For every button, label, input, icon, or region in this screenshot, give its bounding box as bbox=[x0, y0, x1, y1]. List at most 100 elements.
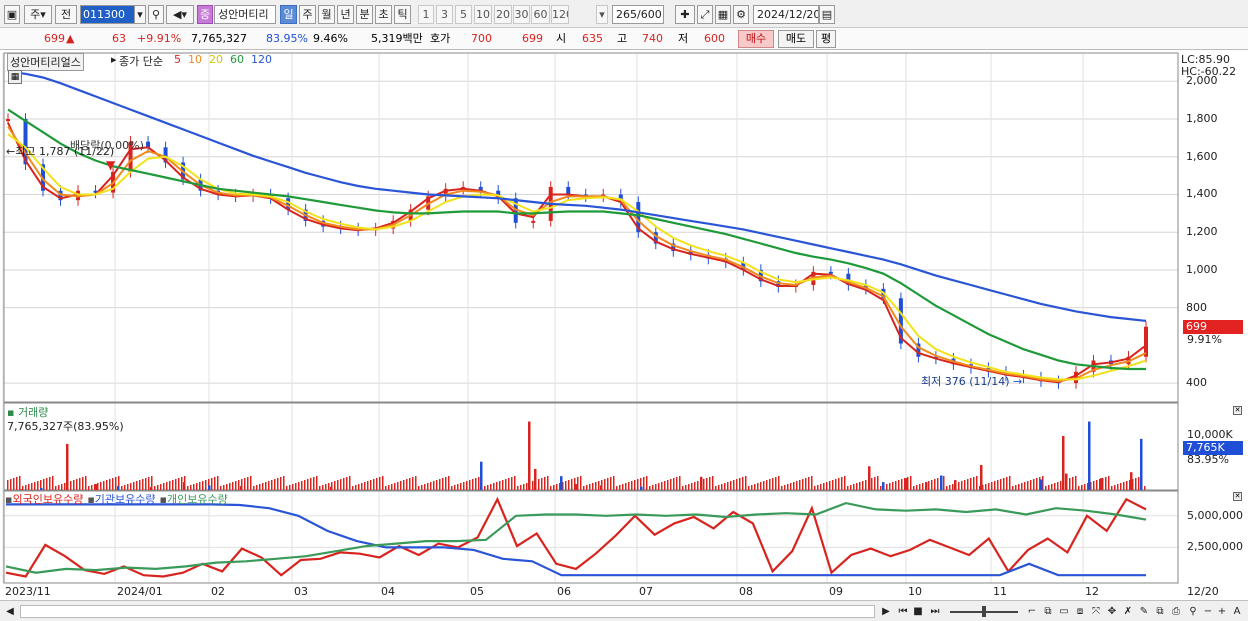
rewind-icon[interactable]: ⏮ bbox=[896, 604, 910, 619]
flat-button[interactable]: 평 bbox=[816, 30, 836, 48]
tool-copy-icon[interactable]: ⧉ bbox=[1041, 604, 1055, 619]
holdings-legend-text: 외국인보유수량 bbox=[12, 493, 84, 506]
period-tab-2[interactable]: 월 bbox=[318, 5, 335, 24]
tool-print-icon[interactable]: ⎙ bbox=[1169, 604, 1183, 619]
scroll-left-icon[interactable]: ◀ bbox=[4, 604, 16, 619]
volume-bar bbox=[1114, 485, 1116, 490]
table-icon[interactable]: ▦ bbox=[8, 70, 22, 84]
market-select[interactable]: 주▾ bbox=[24, 5, 52, 24]
volume-bar bbox=[454, 485, 456, 490]
x-axis-label-9: 09 bbox=[829, 585, 843, 598]
volume-bar bbox=[520, 485, 522, 490]
search-icon[interactable]: ⚲ bbox=[148, 5, 164, 24]
holdings-close-icon[interactable]: ✕ bbox=[1233, 492, 1242, 501]
price-ytick-5: 1,000 bbox=[1186, 262, 1218, 276]
volume-bar bbox=[253, 486, 255, 490]
tool-layer-icon[interactable]: ⧉ bbox=[1153, 604, 1167, 619]
crosshair-icon[interactable]: ✚ bbox=[675, 5, 695, 24]
volume-bar bbox=[1069, 478, 1071, 490]
volume-bar bbox=[607, 478, 609, 490]
tool-draw-icon[interactable]: ✎ bbox=[1137, 604, 1151, 619]
stock-code-input[interactable]: 011300 bbox=[80, 5, 136, 24]
volume-bar bbox=[508, 478, 510, 490]
volume-bar bbox=[664, 481, 666, 490]
tool-box-icon[interactable]: ▭ bbox=[1057, 604, 1071, 619]
ma-menu-icon[interactable]: ▸ bbox=[111, 53, 117, 66]
volume-bar bbox=[553, 485, 555, 490]
period-tab-4[interactable]: 분 bbox=[356, 5, 373, 24]
volume-bar bbox=[838, 478, 840, 490]
volume-bar bbox=[268, 481, 270, 490]
holdings-legend-icon[interactable]: ▪ bbox=[160, 493, 167, 506]
zoom-slider-handle[interactable] bbox=[982, 606, 986, 617]
period-tab-5[interactable]: 초 bbox=[375, 5, 392, 24]
buy-button[interactable]: 매수 bbox=[738, 30, 774, 48]
volume-bar bbox=[916, 485, 918, 490]
interval-button-10[interactable]: 10 bbox=[474, 5, 492, 24]
interval-button-1[interactable]: 1 bbox=[418, 5, 434, 24]
volume-bar bbox=[250, 476, 252, 490]
volume-bar bbox=[373, 479, 375, 490]
interval-button-60[interactable]: 60 bbox=[531, 5, 550, 24]
interval-button-20[interactable]: 20 bbox=[494, 5, 512, 24]
volume-bar bbox=[364, 482, 366, 490]
volume-bar bbox=[367, 481, 369, 490]
tool-compare-icon[interactable]: ⧈ bbox=[1073, 604, 1087, 619]
volume-bar bbox=[487, 485, 489, 490]
low-label: 저 bbox=[678, 32, 689, 45]
chart-scrollbar[interactable]: ◀ ▶ ⏮ ■ ⏭ ⌐ ⧉ ▭ ⧈ ⤧ ✥ ✗ ✎ ⧉ ⎙ ⚲ − + A bbox=[0, 600, 1248, 621]
volume-bar bbox=[1027, 481, 1029, 490]
volume-spike bbox=[1062, 436, 1065, 490]
ma-legend-20: 20 bbox=[209, 53, 223, 66]
prev-button[interactable]: 전 bbox=[55, 5, 77, 24]
holdings-legend: ▪외국인보유수량 ▪기관보유수량 ▪개인보유수량 bbox=[5, 491, 232, 507]
calendar-icon[interactable]: ▤ bbox=[819, 5, 835, 24]
settings-icon[interactable]: ⚙ bbox=[733, 5, 749, 24]
code-dropdown-icon[interactable]: ▾ bbox=[134, 5, 146, 24]
interval-button-30[interactable]: 30 bbox=[513, 5, 530, 24]
period-tab-0[interactable]: 일 bbox=[280, 5, 297, 24]
tool-frame-icon[interactable]: ⌐ bbox=[1025, 604, 1039, 619]
x-axis-label-3: 03 bbox=[294, 585, 308, 598]
grid-icon[interactable]: ▦ bbox=[715, 5, 731, 24]
tool-move-icon[interactable]: ✥ bbox=[1105, 604, 1119, 619]
window-icon[interactable]: ▣ bbox=[4, 5, 20, 24]
volume-bar bbox=[1015, 485, 1017, 490]
forward-icon[interactable]: ⏭ bbox=[928, 604, 942, 619]
stop-icon[interactable]: ■ bbox=[912, 604, 924, 619]
count-current: 265 bbox=[616, 8, 637, 21]
volume-close-icon[interactable]: ✕ bbox=[1233, 406, 1242, 415]
period-tab-1[interactable]: 주 bbox=[299, 5, 316, 24]
volume-bar bbox=[286, 486, 288, 490]
volume-bar bbox=[460, 483, 462, 490]
volume-bar bbox=[847, 486, 849, 490]
zoom-out-icon[interactable]: − bbox=[1202, 604, 1214, 619]
interval-button-5[interactable]: 5 bbox=[455, 5, 472, 24]
zoom-search-icon[interactable]: ⚲ bbox=[1186, 604, 1200, 619]
interval-button-120[interactable]: 120 bbox=[551, 5, 569, 24]
volume-bar bbox=[850, 485, 852, 490]
volume-bar bbox=[526, 483, 528, 490]
interval-dropdown-icon[interactable]: ▾ bbox=[596, 5, 608, 24]
period-tab-3[interactable]: 년 bbox=[337, 5, 354, 24]
period-tab-6[interactable]: 틱 bbox=[394, 5, 411, 24]
date-field[interactable]: 2024/12/20 bbox=[753, 5, 819, 24]
volume-bar bbox=[1108, 476, 1110, 490]
speaker-icon[interactable]: ◀▾ bbox=[166, 5, 194, 24]
stock-name-field[interactable]: 성안머티리 bbox=[214, 5, 276, 24]
scroll-right-icon[interactable]: ▶ bbox=[880, 604, 892, 619]
stock-label[interactable]: 성안머티리얼스 bbox=[7, 53, 84, 71]
tool-fit-icon[interactable]: ⤧ bbox=[1089, 604, 1103, 619]
font-size-icon[interactable]: A bbox=[1230, 604, 1244, 619]
volume-bar bbox=[820, 484, 822, 490]
volume-bar bbox=[949, 485, 951, 490]
interval-button-3[interactable]: 3 bbox=[436, 5, 453, 24]
holdings-legend-icon[interactable]: ▪ bbox=[87, 493, 94, 506]
zoom-in-icon[interactable]: + bbox=[1216, 604, 1228, 619]
sell-button[interactable]: 매도 bbox=[778, 30, 814, 48]
tool-cross-icon[interactable]: ✗ bbox=[1121, 604, 1135, 619]
volume-bar bbox=[298, 482, 300, 490]
count-field[interactable]: 265/600 bbox=[612, 5, 664, 24]
scroll-track[interactable] bbox=[20, 605, 875, 618]
zoom-icon[interactable]: ⤢ bbox=[697, 5, 713, 24]
